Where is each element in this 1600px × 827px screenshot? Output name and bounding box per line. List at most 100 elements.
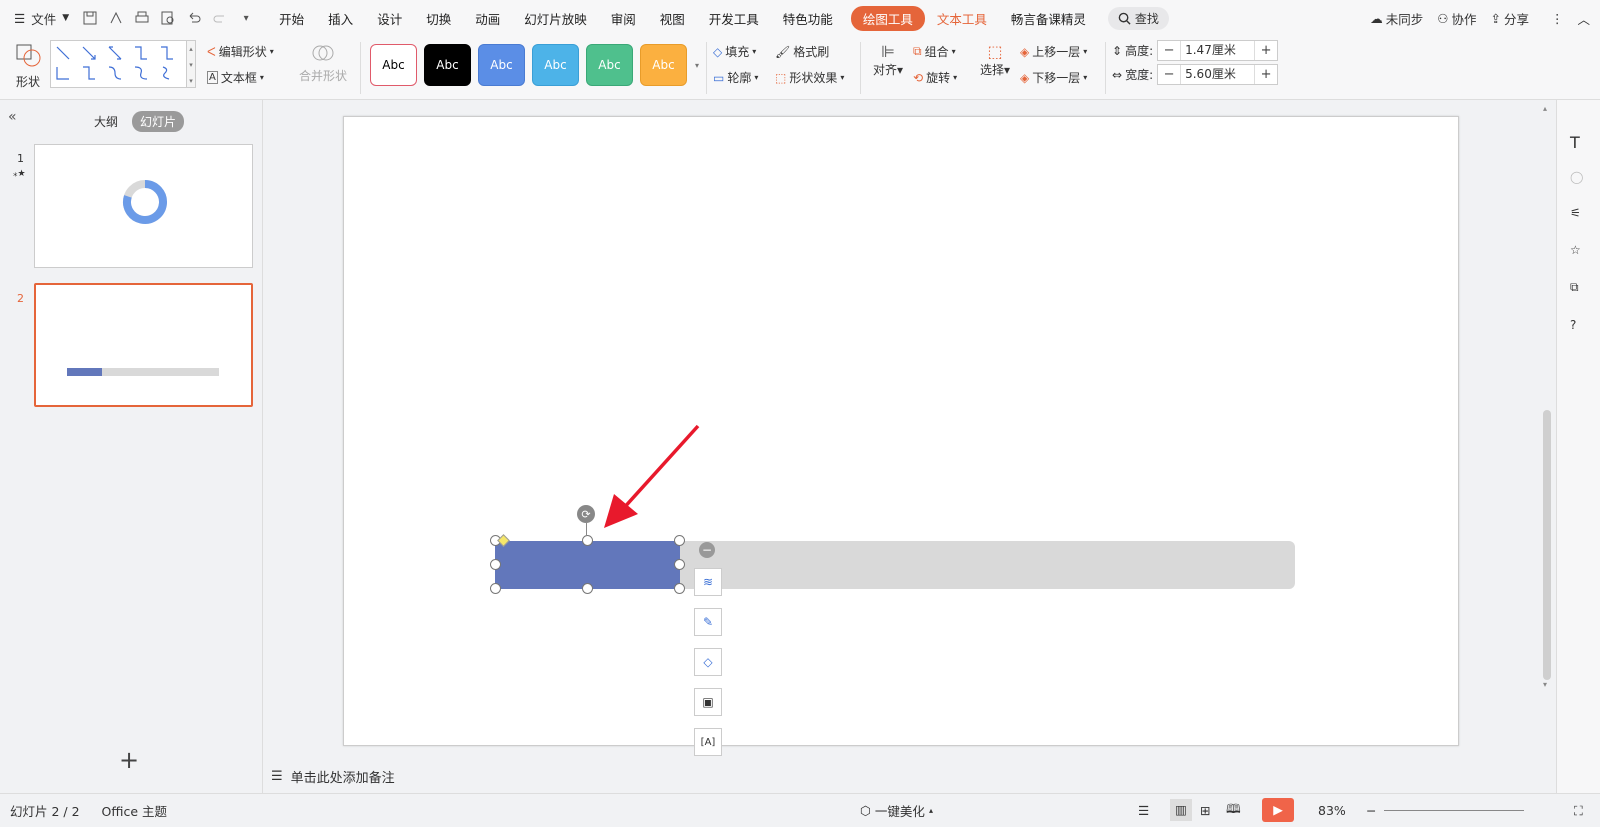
search-button[interactable]: 查找 [1107, 6, 1169, 30]
style-preset-2[interactable]: Abc [424, 44, 471, 86]
help-icon[interactable]: ? [1570, 318, 1588, 336]
tab-drawing-tools[interactable]: 绘图工具 [850, 5, 925, 31]
normal-view-icon[interactable]: ▥ [1170, 799, 1192, 821]
edit-shape-button[interactable]: ᐸ 编辑形状 ▾ [207, 43, 274, 60]
textbox-button[interactable]: A 文本框 ▾ [207, 69, 264, 86]
style-preset-1[interactable]: Abc [370, 44, 417, 86]
tab-slides[interactable]: 幻灯片 [132, 111, 185, 132]
collapse-ribbon-icon[interactable]: ︿ [1577, 9, 1590, 28]
resize-handle[interactable] [582, 583, 593, 594]
tab-special-features[interactable]: 特色功能 [771, 9, 845, 28]
tab-developer[interactable]: 开发工具 [697, 9, 771, 28]
resize-handle[interactable] [674, 535, 685, 546]
resize-handle[interactable] [582, 535, 593, 546]
notes-bar[interactable]: ☰ 单击此处添加备注 [263, 760, 1556, 793]
fill-shortcut-button[interactable]: ◇ [694, 648, 722, 676]
slide-canvas[interactable] [343, 116, 1459, 746]
shape-button[interactable]: 形状 [10, 42, 46, 94]
width-input[interactable]: 5.60厘米 [1180, 65, 1256, 84]
reading-view-icon[interactable]: 🕮 [1226, 800, 1241, 821]
quick-access-more-icon[interactable]: ▾ [235, 7, 257, 29]
height-decrement-button[interactable]: − [1158, 43, 1180, 58]
tab-animation[interactable]: 动画 [463, 9, 512, 28]
bring-forward-button[interactable]: ◈ 上移一层 ▾ [1020, 43, 1087, 60]
resize-handle[interactable] [674, 583, 685, 594]
tab-insert[interactable]: 插入 [316, 9, 365, 28]
gallery-scroll[interactable]: ▾ [692, 44, 702, 88]
sync-status-button[interactable]: ☁ 未同步 [1370, 9, 1423, 28]
undo-icon[interactable] [183, 7, 205, 29]
file-menu-button[interactable]: ☰ 文件 ▼ [0, 9, 77, 28]
theme-name[interactable]: Office 主题 [102, 801, 167, 820]
resize-handle[interactable] [490, 559, 501, 570]
scroll-thumb[interactable] [1543, 410, 1551, 680]
tab-design[interactable]: 设计 [365, 9, 414, 28]
tab-plugin[interactable]: 畅言备课精灵 [999, 9, 1098, 28]
collapse-toolbar-icon[interactable]: − [699, 542, 715, 558]
scroll-down-icon[interactable]: ▾ [1543, 680, 1547, 689]
star-icon[interactable]: ☆ [1570, 243, 1588, 261]
slide-sorter-icon[interactable]: ⊞ [1200, 803, 1210, 818]
slide-copy-icon[interactable]: ⧉ [1570, 280, 1588, 298]
tab-home[interactable]: 开始 [267, 9, 316, 28]
settings-sliders-icon[interactable]: ⚟ [1570, 206, 1588, 224]
style-preset-5[interactable]: Abc [586, 44, 633, 86]
send-backward-button[interactable]: ◈ 下移一层 ▾ [1020, 69, 1087, 86]
share-button[interactable]: ⇪ 分享 [1490, 9, 1529, 28]
collab-button[interactable]: ⚇ 协作 [1437, 9, 1476, 28]
beautify-button[interactable]: ⬡ 一键美化 ▴ [860, 801, 933, 820]
notes-view-icon[interactable]: ☰ [1138, 803, 1149, 818]
add-slide-button[interactable]: + [119, 746, 139, 774]
resize-handle[interactable] [674, 559, 685, 570]
tab-review[interactable]: 审阅 [599, 9, 648, 28]
rotate-handle[interactable]: ⟳ [577, 505, 595, 523]
pen-button[interactable]: ✎ [694, 608, 722, 636]
zoom-out-button[interactable]: − [1366, 803, 1376, 818]
style-preset-6[interactable]: Abc [640, 44, 687, 86]
lightbulb-icon[interactable]: ◯ [1570, 170, 1588, 188]
line-shapes-gallery[interactable] [50, 40, 187, 88]
height-increment-button[interactable]: + [1255, 43, 1277, 58]
tab-outline[interactable]: 大纲 [86, 111, 126, 132]
fill-button[interactable]: ◇ 填充 ▾ [713, 43, 756, 60]
slide-thumbnail-1[interactable] [34, 144, 253, 268]
select-button[interactable]: ⬚ 选择▾ [975, 42, 1015, 78]
style-preset-3[interactable]: Abc [478, 44, 525, 86]
export-icon[interactable] [105, 7, 127, 29]
group-button[interactable]: ⧉ 组合 ▾ [913, 43, 956, 60]
merge-shape-button[interactable]: 合并形状 [293, 42, 353, 84]
shape-effect-button[interactable]: ⬚ 形状效果 ▾ [775, 69, 844, 86]
rotate-button[interactable]: ⟲ 旋转 ▾ [913, 69, 957, 86]
height-input[interactable]: 1.47厘米 [1180, 41, 1256, 60]
progress-bar-shape[interactable] [495, 541, 680, 589]
layers-button[interactable]: ≋ [694, 568, 722, 596]
resize-handle[interactable] [490, 583, 501, 594]
tab-view[interactable]: 视图 [648, 9, 697, 28]
tab-text-tools[interactable]: 文本工具 [925, 9, 999, 28]
more-options-icon[interactable]: ⋮ [1551, 11, 1564, 26]
save-icon[interactable] [79, 7, 101, 29]
gallery-scroll[interactable]: ▴ ▾ ▾ [186, 40, 196, 88]
format-painter-button[interactable]: 🖌 格式刷 [775, 43, 829, 60]
tab-transition[interactable]: 切换 [414, 9, 463, 28]
align-button[interactable]: ⊫ 对齐▾ [868, 42, 908, 78]
zoom-slider[interactable] [1384, 810, 1524, 811]
style-preset-4[interactable]: Abc [532, 44, 579, 86]
width-decrement-button[interactable]: − [1158, 67, 1180, 82]
text-shortcut-button[interactable]: [A] [694, 728, 722, 756]
print-preview-icon[interactable] [157, 7, 179, 29]
print-icon[interactable] [131, 7, 153, 29]
play-slideshow-button[interactable]: ▶ [1262, 798, 1294, 822]
scroll-up-icon[interactable]: ▴ [1543, 104, 1547, 113]
text-style-icon[interactable]: T [1570, 133, 1588, 152]
redo-icon[interactable] [209, 7, 231, 29]
fit-window-icon[interactable]: ⛶ [1574, 803, 1583, 819]
collapse-panel-icon[interactable]: « [8, 109, 17, 125]
outline-button[interactable]: ▭ 轮廓 ▾ [713, 69, 758, 86]
vertical-scrollbar[interactable]: ▴ ▾ [1538, 100, 1556, 760]
zoom-level[interactable]: 83% [1318, 803, 1346, 818]
tab-slideshow[interactable]: 幻灯片放映 [512, 9, 599, 28]
width-increment-button[interactable]: + [1255, 67, 1277, 82]
slide-thumbnail-2[interactable] [34, 283, 253, 407]
outline-shortcut-button[interactable]: ▣ [694, 688, 722, 716]
